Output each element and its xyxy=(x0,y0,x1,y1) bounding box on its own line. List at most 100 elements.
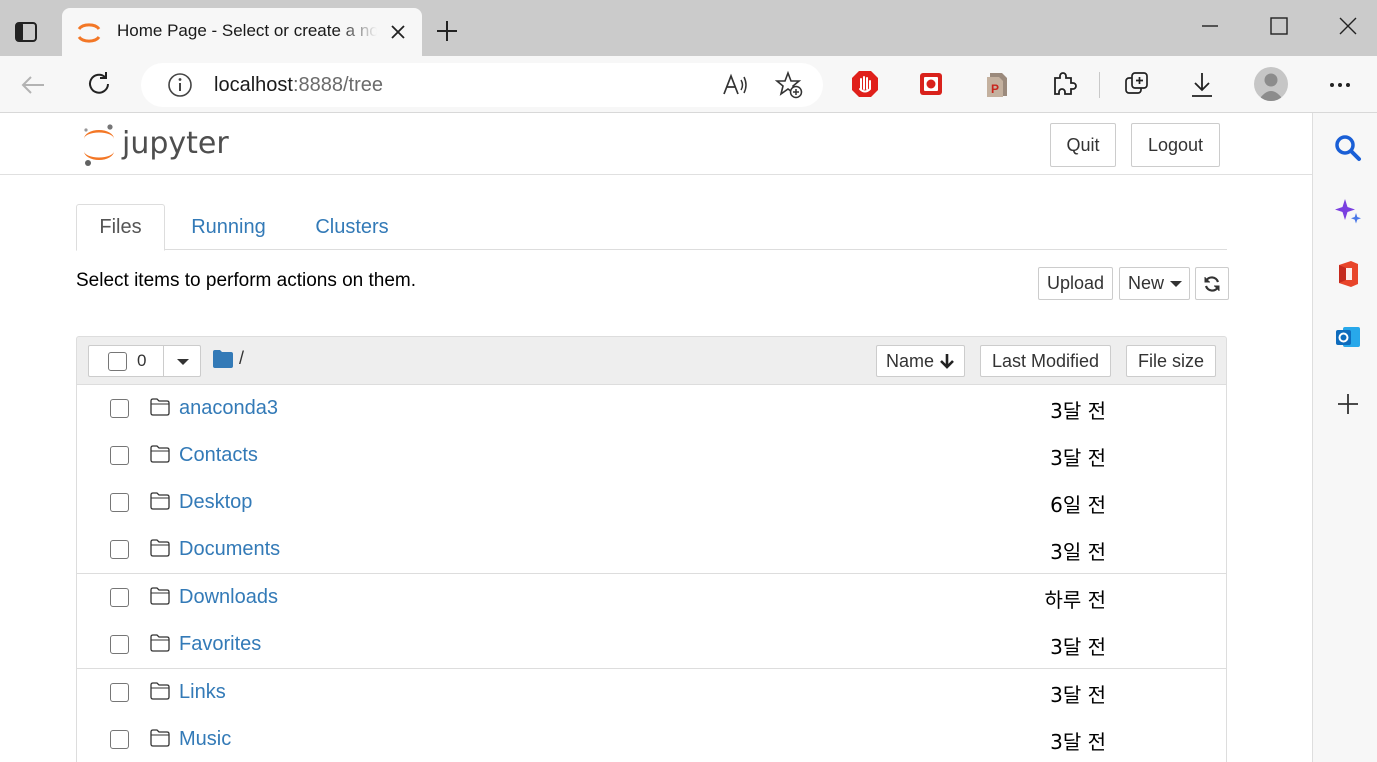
list-item[interactable]: Favorites 3달 전 xyxy=(76,621,1227,669)
list-item[interactable]: Links 3달 전 xyxy=(76,669,1227,717)
sort-name-label: Name xyxy=(885,350,934,371)
new-tab-icon[interactable] xyxy=(434,18,460,44)
logout-button[interactable]: Logout xyxy=(1131,123,1220,167)
new-button[interactable]: New xyxy=(1119,267,1190,300)
folder-icon xyxy=(150,398,170,416)
item-name-link[interactable]: Links xyxy=(179,681,226,704)
row-checkbox[interactable] xyxy=(110,446,129,465)
item-name-link[interactable]: Favorites xyxy=(179,633,261,656)
list-item[interactable]: Contacts 3달 전 xyxy=(76,432,1227,480)
row-checkbox[interactable] xyxy=(110,635,129,654)
list-item[interactable]: anaconda3 3달 전 xyxy=(76,385,1227,433)
folder-icon xyxy=(150,492,170,510)
file-list-header: 0 / Name Last Modified File size xyxy=(76,336,1227,385)
item-modified: 3달 전 xyxy=(1050,635,1106,659)
item-name-link[interactable]: Desktop xyxy=(179,491,252,514)
item-name-link[interactable]: anaconda3 xyxy=(179,397,278,420)
jupyter-page: jupyter Quit Logout Files Running Cluste… xyxy=(0,113,1312,762)
url-path: :8888/tree xyxy=(292,74,384,96)
caret-down-icon xyxy=(177,359,189,365)
url-text[interactable]: localhost:8888/tree xyxy=(214,74,383,97)
tab-nav: Files Running Clusters xyxy=(76,204,1227,251)
list-item[interactable]: Documents 3일 전 xyxy=(76,526,1227,574)
tab-close-icon[interactable] xyxy=(388,22,408,42)
row-checkbox[interactable] xyxy=(110,683,129,702)
new-button-label: New xyxy=(1128,273,1165,293)
jupyter-header: jupyter Quit Logout xyxy=(0,113,1312,175)
folder-icon xyxy=(150,729,170,747)
office-icon[interactable] xyxy=(1333,259,1363,289)
select-all-group: 0 xyxy=(88,345,201,377)
folder-icon xyxy=(150,634,170,652)
folder-icon xyxy=(150,587,170,605)
add-sidebar-app-icon[interactable] xyxy=(1333,389,1363,419)
item-modified: 3달 전 xyxy=(1050,399,1106,423)
row-checkbox[interactable] xyxy=(110,588,129,607)
row-checkbox[interactable] xyxy=(110,540,129,559)
tab-actions-icon[interactable] xyxy=(12,18,40,46)
address-bar[interactable]: localhost:8888/tree xyxy=(141,63,823,107)
collections-icon[interactable] xyxy=(1122,70,1152,100)
caret-down-icon xyxy=(1170,280,1183,287)
select-all-checkbox[interactable] xyxy=(108,352,127,371)
item-name-link[interactable]: Music xyxy=(179,728,231,751)
favorites-add-icon[interactable] xyxy=(774,70,804,100)
downloads-icon[interactable] xyxy=(1187,70,1217,100)
maximize-icon[interactable] xyxy=(1267,14,1291,38)
more-menu-icon[interactable] xyxy=(1326,70,1356,100)
site-info-icon[interactable] xyxy=(166,71,194,99)
refresh-icon[interactable] xyxy=(84,69,114,99)
browser-sidebar xyxy=(1312,113,1377,762)
folder-icon xyxy=(150,682,170,700)
tab-clusters[interactable]: Clusters xyxy=(302,204,402,250)
row-checkbox[interactable] xyxy=(110,399,129,418)
arrow-down-icon xyxy=(940,354,954,369)
extensions-icon[interactable] xyxy=(1049,69,1079,99)
sort-last-modified-button[interactable]: Last Modified xyxy=(980,345,1111,377)
selection-hint: Select items to perform actions on them. xyxy=(76,270,417,291)
selected-count: 0 xyxy=(137,351,147,370)
refresh-list-icon xyxy=(1204,275,1220,292)
item-modified: 3달 전 xyxy=(1050,730,1106,754)
item-name-link[interactable]: Documents xyxy=(179,538,280,561)
pdf-extension-icon[interactable]: P xyxy=(982,69,1012,99)
list-item[interactable]: Downloads 하루 전 xyxy=(76,574,1227,622)
tab-running[interactable]: Running xyxy=(181,204,276,250)
row-checkbox[interactable] xyxy=(110,493,129,512)
folder-icon xyxy=(150,539,170,557)
item-modified: 6일 전 xyxy=(1050,493,1106,517)
tab-files[interactable]: Files xyxy=(76,204,165,251)
list-item[interactable]: Desktop 6일 전 xyxy=(76,479,1227,527)
adblock-extension-icon[interactable] xyxy=(850,69,880,99)
breadcrumb[interactable]: / xyxy=(239,348,244,369)
upload-button[interactable]: Upload xyxy=(1038,267,1113,300)
item-name-link[interactable]: Contacts xyxy=(179,444,258,467)
browser-tab-strip: Home Page - Select or create a notebook xyxy=(0,0,1377,56)
window-close-icon[interactable] xyxy=(1336,14,1360,38)
row-checkbox[interactable] xyxy=(110,730,129,749)
jupyter-logo-text: jupyter xyxy=(121,126,229,161)
profile-avatar[interactable] xyxy=(1254,67,1288,101)
list-item[interactable]: Music 3달 전 xyxy=(76,716,1227,762)
sort-file-size-button[interactable]: File size xyxy=(1126,345,1216,377)
refresh-list-button[interactable] xyxy=(1195,267,1229,300)
sort-name-button[interactable]: Name xyxy=(876,345,965,377)
browser-toolbar: localhost:8888/tree P xyxy=(0,56,1377,113)
record-extension-icon[interactable] xyxy=(916,69,946,99)
toolbar-separator xyxy=(1099,72,1100,98)
copilot-sparkle-icon[interactable] xyxy=(1333,196,1363,226)
minimize-icon[interactable] xyxy=(1198,14,1222,38)
item-modified: 3달 전 xyxy=(1050,683,1106,707)
outlook-icon[interactable] xyxy=(1333,322,1363,352)
jupyter-favicon-icon xyxy=(76,20,102,46)
quit-button[interactable]: Quit xyxy=(1050,123,1116,167)
back-icon[interactable] xyxy=(18,70,48,100)
search-icon[interactable] xyxy=(1333,133,1363,163)
browser-tab-active[interactable]: Home Page - Select or create a notebook xyxy=(62,8,422,56)
item-modified: 하루 전 xyxy=(1044,588,1106,612)
select-dropdown-button[interactable] xyxy=(164,346,201,376)
jupyter-logo[interactable]: jupyter xyxy=(80,121,250,169)
item-name-link[interactable]: Downloads xyxy=(179,586,278,609)
folder-open-icon[interactable] xyxy=(213,350,233,368)
read-aloud-icon[interactable] xyxy=(721,71,749,99)
